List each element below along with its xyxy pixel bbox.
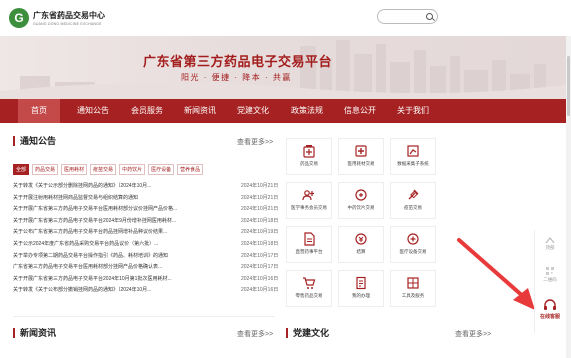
notice-section-title: 通知公告 <box>13 136 56 146</box>
notice-list: 关于转发《关于公示部分删除挂网药品的通知》（2024年10月... 2024年10… <box>13 181 278 297</box>
chevron-up-icon <box>545 237 555 244</box>
logo-name: 广东省药品交易中心 <box>33 11 105 20</box>
top-header: G 广东省药品交易中心 GUANG DONG MEDICINE EXCHANGE <box>0 0 571 36</box>
tab-all[interactable]: 全部 <box>13 164 30 175</box>
scrollbar-thumb[interactable] <box>567 56 570 116</box>
service-vaccine[interactable]: 疫苗交易 <box>390 182 436 219</box>
pointer-arrow-icon <box>457 238 535 310</box>
nav-member-services[interactable]: 会员服务 <box>124 99 170 123</box>
qr-code-button[interactable]: 二维码 <box>535 266 565 283</box>
notice-more-link[interactable]: 查看更多>> <box>237 137 273 147</box>
list-item[interactable]: 关于开展广东省第三方药品电子交易平台医用耗材部分议价挂网产品价格... 2024年… <box>13 204 278 216</box>
nav-party-culture[interactable]: 党建文化 <box>230 99 276 123</box>
tab-nutrition-food[interactable]: 营养食品 <box>177 164 204 175</box>
service-retail-drug[interactable]: 零售药品交易 <box>286 270 332 307</box>
nav-about-us[interactable]: 关于我们 <box>390 99 436 123</box>
list-item[interactable]: 关于转发《关于公布部分撤销挂网药品的通知》（2024年10月... 2024年10… <box>13 285 278 297</box>
list-item[interactable]: 关于开展注射用耗材挂网商品监督交易与组织结算的通知 2024年10月21日 <box>13 193 278 205</box>
list-item[interactable]: 关于转发《关于公示部分删除挂网药品的通知》（2024年10月... 2024年10… <box>13 181 278 193</box>
tab-vaccine-trade[interactable]: 疫苗交易 <box>90 164 117 175</box>
vaccine-icon <box>408 189 419 200</box>
settle-icon <box>355 233 367 245</box>
nav-news[interactable]: 新闻资讯 <box>177 99 223 123</box>
list-item[interactable]: 关于开展广东省第三方药品电子交易平台2024年9月份增补挂网医用耗材... 202… <box>13 216 278 228</box>
notice-category-tabs: 全部 药品交易 医用耗材 疫苗交易 中药饮片 医疗设备 营养食品 <box>13 164 206 175</box>
hero-banner: 广东省第三方药品电子交易平台 阳光 · 便捷 · 降本 · 共赢 <box>0 36 571 99</box>
service-medical-equipment[interactable]: 医疗设备交易 <box>390 226 436 263</box>
member-trade-icon <box>302 190 314 201</box>
site-logo[interactable]: G 广东省药品交易中心 GUANG DONG MEDICINE EXCHANGE <box>9 8 105 28</box>
nav-policies[interactable]: 政策法规 <box>284 99 330 123</box>
cart-icon <box>303 277 316 289</box>
service-herbal[interactable]: 中药饮片交易 <box>338 182 384 219</box>
list-item[interactable]: 关于公示2024年度广东省药品采购交易平台药品议价（第六批）... 2024年10… <box>13 239 278 251</box>
main-nav: 首页 通知公告 会员服务 新闻资讯 党建文化 政策法规 信息公开 关于我们 <box>0 99 571 123</box>
service-data-collection[interactable]: 数据采集子系统 <box>390 138 436 175</box>
logo-mark-icon: G <box>9 8 29 28</box>
tab-medical-consumables[interactable]: 医用耗材 <box>61 164 88 175</box>
qr-code-label: 二维码 <box>543 277 557 282</box>
list-item[interactable]: 关于开展广东省第三方药品电子交易平台2024年10月第1批次医用耗材... 202… <box>13 274 278 286</box>
online-service-button[interactable]: 在线客服 <box>535 298 565 320</box>
list-item[interactable]: 关于举办专项第二期药品交易平台操作指引《药品、耗材培训》的通知 2024年10月1… <box>13 251 278 263</box>
list-item[interactable]: 广东省第三方药品电子交易平台医用耗材部分挂网产品价格确认表... 2024年10月… <box>13 262 278 274</box>
tab-medical-equipment[interactable]: 医疗设备 <box>148 164 175 175</box>
service-tools[interactable]: 工具及服务 <box>390 270 436 307</box>
logo-english-name: GUANG DONG MEDICINE EXCHANGE <box>33 22 102 26</box>
section-divider <box>13 316 275 317</box>
data-collect-icon <box>407 145 419 157</box>
qr-code-icon <box>546 267 554 275</box>
platform-title: 广东省第三方药品电子交易平台 <box>143 54 333 69</box>
medicine-box-icon <box>303 145 315 158</box>
service-medical-supplies[interactable]: 医用耗材交易 <box>338 138 384 175</box>
document-icon <box>304 232 315 246</box>
service-my-handling[interactable]: 我的办理 <box>338 270 384 307</box>
headset-icon <box>544 299 556 310</box>
page-scrollbar[interactable] <box>566 36 571 358</box>
back-to-top-label: 顶部 <box>545 245 555 250</box>
nav-notices[interactable]: 通知公告 <box>70 99 116 123</box>
nav-disclosure[interactable]: 信息公开 <box>337 99 383 123</box>
doc-list-icon <box>356 276 366 290</box>
medical-supplies-icon <box>355 145 367 157</box>
party-section-title: 党建文化 <box>286 328 329 338</box>
service-pharmacy-platform[interactable]: 直营药事平台 <box>286 226 332 263</box>
search-icon[interactable] <box>426 13 433 20</box>
plus-circle-icon <box>407 233 419 245</box>
nav-home[interactable]: 首页 <box>18 99 60 123</box>
back-to-top-button[interactable]: 顶部 <box>535 236 565 251</box>
party-more-link[interactable]: 查看更多>> <box>455 329 491 339</box>
news-more-link[interactable]: 查看更多>> <box>237 329 273 339</box>
service-member-trade[interactable]: 医学事务会员交易 <box>286 182 332 219</box>
search-input[interactable] <box>377 9 438 24</box>
platform-slogan: 阳光 · 便捷 · 降本 · 共赢 <box>181 73 292 82</box>
service-settlement[interactable]: 结算 <box>338 226 384 263</box>
online-service-label: 在线客服 <box>539 314 560 320</box>
herbal-icon <box>355 189 367 201</box>
floating-side-panel: 顶部 二维码 在线客服 <box>534 230 564 333</box>
tool-icon <box>407 277 419 289</box>
news-section-title: 新闻资讯 <box>13 328 56 338</box>
tab-herbal-pieces[interactable]: 中药饮片 <box>119 164 146 175</box>
service-drug-trade[interactable]: 药品交易 <box>286 138 332 175</box>
tab-drug-trade[interactable]: 药品交易 <box>32 164 59 175</box>
list-item[interactable]: 关于公布广东省第三方药品电子交易平台药品挂网增补品种议价结果... 2024年10… <box>13 227 278 239</box>
